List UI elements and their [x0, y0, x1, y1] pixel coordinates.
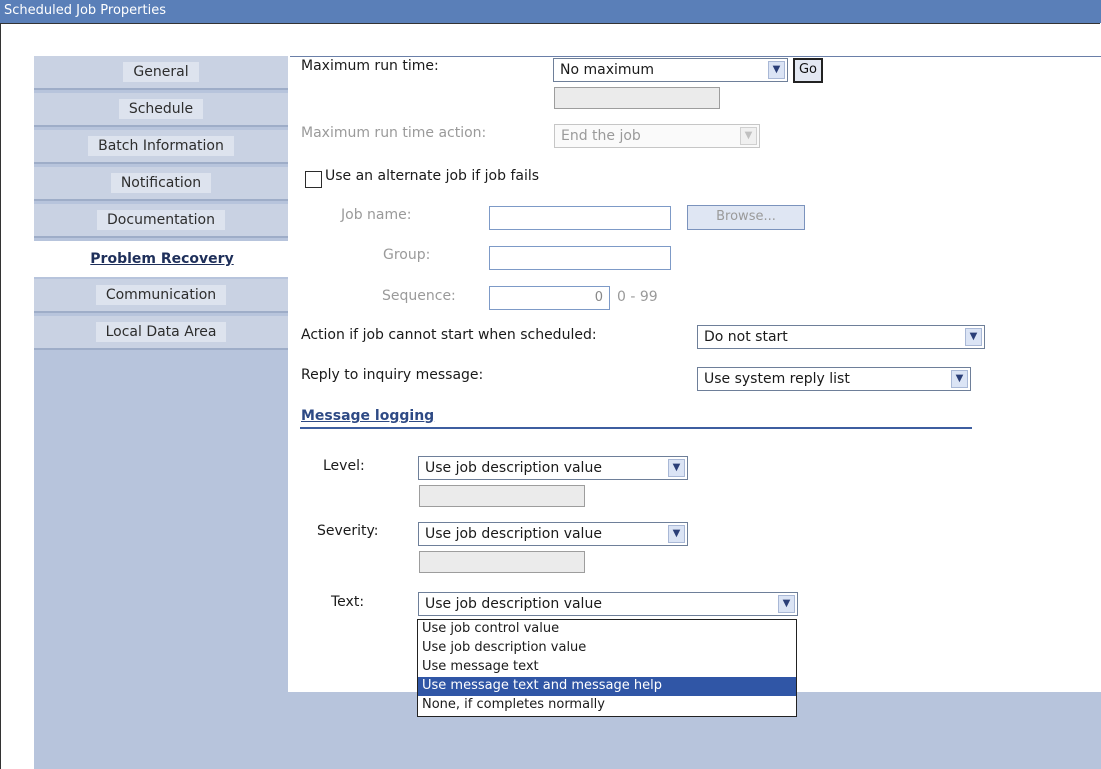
group-input[interactable] — [489, 246, 671, 270]
severity-label: Severity: — [317, 523, 379, 539]
alternate-job-label: Use an alternate job if job fails — [325, 168, 540, 184]
level-select[interactable]: Use job description value ▼ — [418, 456, 688, 480]
max-run-time-select[interactable]: No maximum ▼ — [553, 58, 788, 82]
tab-general[interactable]: General — [34, 56, 288, 90]
level-label: Level: — [323, 458, 365, 474]
alternate-job-checkbox[interactable] — [305, 171, 322, 188]
chevron-down-icon: ▼ — [951, 370, 968, 388]
window-title: Scheduled Job Properties — [4, 3, 166, 18]
cannot-start-action-label: Action if job cannot start when schedule… — [301, 327, 597, 343]
text-option[interactable]: Use job control value — [418, 620, 796, 639]
text-option[interactable]: None, if completes normally — [418, 696, 796, 715]
text-value: Use job description value — [425, 596, 602, 612]
reply-inquiry-value: Use system reply list — [704, 371, 850, 387]
chevron-down-icon: ▼ — [965, 328, 982, 346]
text-option-highlighted[interactable]: Use message text and message help — [418, 677, 796, 696]
tab-label: General — [123, 62, 199, 82]
tab-label: Notification — [110, 173, 212, 193]
tab-label: Documentation — [97, 210, 225, 230]
browse-button[interactable]: Browse... — [687, 205, 805, 230]
tab-problem-recovery[interactable]: Problem Recovery — [34, 241, 290, 277]
sequence-input[interactable]: 0 — [489, 286, 610, 310]
tab-label: Batch Information — [88, 136, 234, 156]
tab-documentation[interactable]: Documentation — [34, 204, 288, 238]
max-run-time-action-value: End the job — [561, 128, 641, 144]
tab-batch-information[interactable]: Batch Information — [34, 130, 288, 164]
job-name-label: Job name: — [341, 207, 412, 223]
tab-label: Communication — [95, 285, 227, 305]
severity-select[interactable]: Use job description value ▼ — [418, 522, 688, 546]
cannot-start-action-select[interactable]: Do not start ▼ — [697, 325, 985, 349]
text-label: Text: — [331, 594, 365, 610]
reply-inquiry-label: Reply to inquiry message: — [301, 367, 484, 383]
level-value: Use job description value — [425, 460, 602, 476]
text-option[interactable]: Use message text — [418, 658, 796, 677]
sidebar: General Schedule Batch Information Notif… — [34, 56, 290, 692]
window-title-bar: Scheduled Job Properties — [0, 0, 1101, 23]
severity-value: Use job description value — [425, 526, 602, 542]
go-button[interactable]: Go — [793, 58, 823, 83]
tab-notification[interactable]: Notification — [34, 167, 288, 201]
group-label: Group: — [383, 247, 431, 263]
job-name-input[interactable] — [489, 206, 671, 230]
max-run-time-value: No maximum — [560, 62, 655, 78]
max-run-time-minutes-input — [554, 87, 720, 109]
max-run-time-label: Maximum run time: — [301, 58, 439, 74]
max-run-time-action-select: End the job ▼ — [554, 124, 760, 148]
message-logging-rule — [300, 427, 972, 429]
tab-local-data-area[interactable]: Local Data Area — [34, 316, 288, 350]
text-select[interactable]: Use job description value ▼ — [418, 592, 798, 616]
text-option[interactable]: Use job description value — [418, 639, 796, 658]
max-run-time-action-label: Maximum run time action: — [301, 125, 487, 141]
message-logging-heading: Message logging — [301, 408, 435, 424]
sequence-range-hint: 0 - 99 — [617, 289, 658, 305]
reply-inquiry-select[interactable]: Use system reply list ▼ — [697, 367, 971, 391]
sequence-label: Sequence: — [382, 288, 456, 304]
chevron-down-icon: ▼ — [668, 525, 685, 543]
severity-number-input — [419, 551, 585, 573]
tab-label: Schedule — [118, 99, 204, 119]
level-number-input — [419, 485, 585, 507]
tab-label: Problem Recovery — [90, 251, 234, 267]
content-top-rule — [290, 56, 1101, 57]
chevron-down-icon: ▼ — [668, 459, 685, 477]
text-dropdown-list: Use job control value Use job descriptio… — [417, 619, 797, 717]
chevron-down-icon: ▼ — [768, 61, 785, 79]
cannot-start-action-value: Do not start — [704, 329, 788, 345]
tab-schedule[interactable]: Schedule — [34, 93, 288, 127]
chevron-down-icon: ▼ — [778, 595, 795, 613]
tab-communication[interactable]: Communication — [34, 279, 288, 313]
tab-label: Local Data Area — [95, 322, 227, 342]
chevron-down-icon: ▼ — [740, 127, 757, 145]
